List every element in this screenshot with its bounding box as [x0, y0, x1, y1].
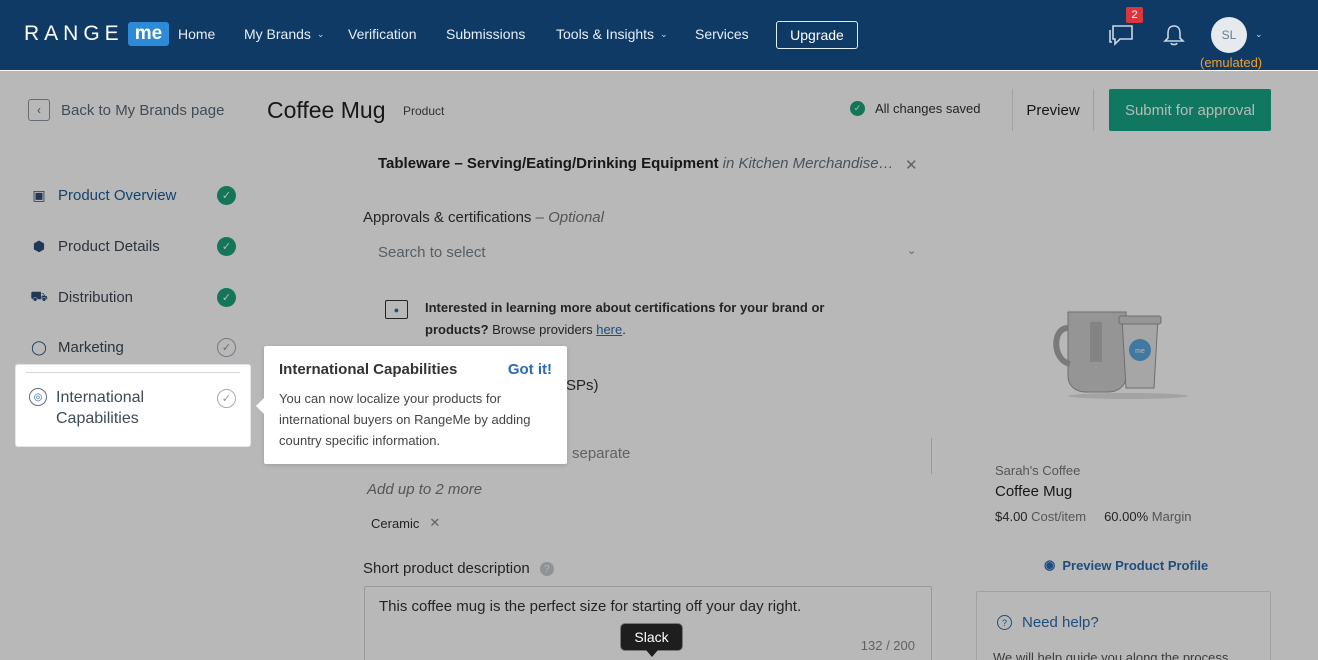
slack-tooltip: Slack: [620, 623, 683, 657]
popover-title: International Capabilities: [279, 361, 458, 378]
question-icon: ?: [997, 615, 1012, 630]
eye-icon: ◉: [1044, 557, 1056, 572]
chevron-down-icon[interactable]: ⌄: [1255, 29, 1263, 40]
add-more-hint: Add up to 2 more: [367, 481, 483, 498]
complete-check-icon: ✓: [217, 287, 236, 307]
box-icon: ⬢: [32, 237, 46, 254]
chevron-down-icon: ⌄: [316, 28, 325, 39]
page-type-label: Product: [403, 104, 445, 118]
providers-link[interactable]: here: [596, 322, 622, 337]
logo-text: RANGE: [24, 22, 124, 45]
short-description-label: Short product description?: [363, 560, 554, 577]
need-help-title[interactable]: ? Need help?: [997, 614, 1099, 631]
nav-submissions[interactable]: Submissions: [446, 26, 525, 42]
check-icon: ✓: [850, 101, 865, 116]
top-nav: RANGE me Home My Brands ⌄ Verification Su…: [0, 0, 1318, 70]
got-it-button[interactable]: Got it!: [508, 361, 552, 378]
complete-check-icon: ✓: [217, 236, 236, 256]
preview-product-profile-link[interactable]: ◉ Preview Product Profile: [1044, 557, 1208, 573]
price-row: $4.00 Cost/item 60.00% Margin: [995, 509, 1192, 524]
help-icon[interactable]: ?: [539, 562, 554, 577]
complete-check-icon: ✓: [217, 185, 236, 205]
approvals-select[interactable]: Search to select: [378, 244, 923, 261]
incomplete-check-icon: ✓: [217, 389, 236, 408]
tag-chip: Ceramic ✕: [371, 515, 441, 531]
upgrade-button[interactable]: Upgrade: [776, 21, 858, 49]
messages-icon[interactable]: [1108, 24, 1134, 46]
approvals-label: Approvals & certifications – Optional: [363, 209, 604, 226]
nav-tools-insights[interactable]: Tools & Insights ⌄: [556, 26, 668, 42]
avatar[interactable]: SL: [1211, 17, 1247, 53]
incomplete-check-icon: ✓: [217, 337, 236, 357]
preview-button[interactable]: Preview: [1012, 89, 1094, 131]
logo-badge: me: [127, 22, 170, 46]
truck-icon: ⛟: [30, 287, 48, 304]
product-name: Coffee Mug: [995, 483, 1073, 500]
save-status: ✓ All changes saved: [850, 101, 981, 116]
nav-verification[interactable]: Verification: [348, 26, 416, 42]
messages-count-badge: 2: [1126, 7, 1143, 23]
remove-tag-icon[interactable]: ✕: [429, 515, 440, 531]
nav-services[interactable]: Services: [695, 26, 749, 42]
globe-icon: ◎: [29, 388, 47, 406]
sidebar-item-international-capabilities[interactable]: ◎ International Capabilities ✓: [16, 365, 250, 446]
certificate-icon: ●: [385, 300, 408, 319]
product-image: me: [1053, 311, 1188, 399]
keywords-placeholder: separate: [572, 445, 631, 462]
usp-label: SPs): [566, 377, 599, 394]
chevron-left-icon: ‹: [28, 99, 50, 121]
back-button[interactable]: ‹ Back to My Brands page: [28, 99, 224, 121]
lightbulb-icon: ◯: [31, 338, 47, 355]
nav-home[interactable]: Home: [178, 26, 215, 42]
popover-body: You can now localize your products for i…: [279, 391, 531, 448]
char-count: 132 / 200: [860, 638, 915, 653]
rangeme-logo[interactable]: RANGE me: [24, 22, 170, 46]
page-title: Coffee Mug: [267, 97, 386, 123]
nav-my-brands[interactable]: My Brands ⌄: [244, 26, 324, 42]
submit-for-approval-button[interactable]: Submit for approval: [1109, 89, 1271, 131]
chevron-down-icon: ⌄: [660, 28, 668, 39]
help-card: ? Need help? We will help guide you alon…: [976, 591, 1271, 660]
sidebar-item-marketing[interactable]: ◯ Marketing ✓: [30, 337, 240, 357]
emulated-label: (emulated): [1200, 55, 1263, 70]
sidebar-item-product-details[interactable]: ⬢ Product Details ✓: [30, 236, 240, 256]
bell-icon[interactable]: [1163, 23, 1185, 47]
certifications-info: Interested in learning more about certif…: [425, 300, 825, 337]
feature-popover: International Capabilities Got it! You c…: [256, 346, 567, 464]
sidebar-item-product-overview[interactable]: ▣ Product Overview ✓: [30, 185, 240, 205]
svg-text:me: me: [1135, 348, 1145, 355]
chevron-down-icon[interactable]: ⌄: [907, 244, 916, 257]
close-icon[interactable]: ✕: [905, 156, 918, 174]
product-category: Tableware – Serving/Eating/Drinking Equi…: [378, 155, 894, 172]
document-icon: ▣: [32, 186, 46, 203]
product-brand: Sarah's Coffee: [995, 463, 1081, 478]
sidebar-item-distribution[interactable]: ⛟ Distribution ✓: [30, 287, 240, 307]
